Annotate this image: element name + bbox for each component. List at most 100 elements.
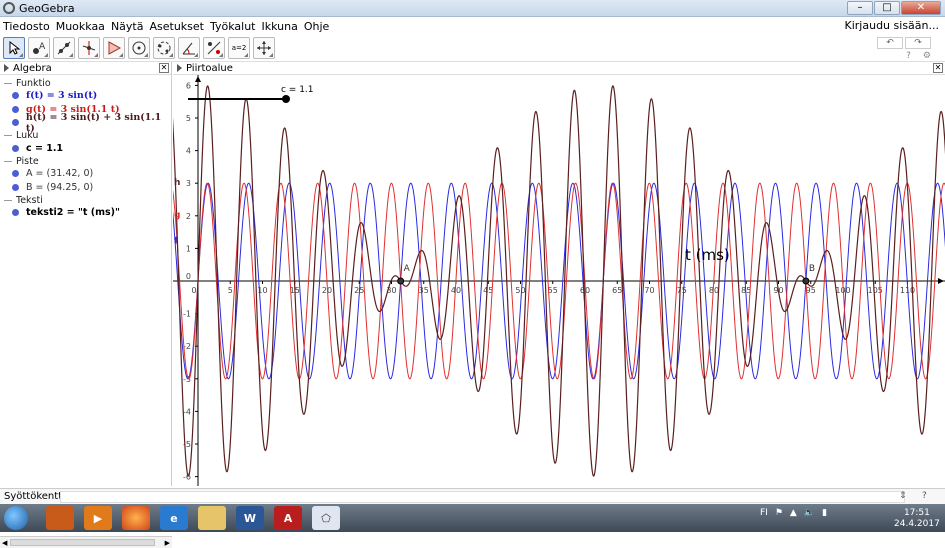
slider-tool-label: a=2 — [231, 44, 247, 52]
window-buttons: – □ ✕ — [847, 1, 941, 15]
point-B — [802, 277, 810, 285]
category-label: Funktio — [16, 77, 51, 89]
graphics-title: Piirtoalue — [186, 62, 233, 74]
login-link[interactable]: Kirjaudu sisään... — [845, 19, 939, 32]
slider-label: c = 1.1 — [281, 85, 314, 95]
network-icon[interactable]: ▮ — [822, 508, 827, 518]
clock[interactable]: 17:51 24.4.2017 — [894, 508, 940, 530]
visibility-dot-icon[interactable] — [12, 209, 19, 217]
menu-edit[interactable]: Muokkaa — [53, 20, 108, 33]
y-tick-label: -1 — [183, 310, 191, 319]
algebra-item-text: c = 1.1 — [26, 142, 64, 154]
polygon-tool-icon[interactable] — [103, 37, 125, 59]
input-help-icon[interactable]: ? — [922, 491, 927, 501]
visibility-dot-icon[interactable] — [12, 183, 19, 191]
visibility-dot-icon[interactable] — [12, 92, 19, 100]
point-tool-icon[interactable]: A — [28, 37, 50, 59]
x-tick-label: 5 — [228, 286, 233, 295]
system-tray: FI ⚑ ▲ 🔈 ▮ — [760, 508, 827, 518]
gear-icon[interactable]: ⚙ — [923, 51, 931, 61]
menu-bar: Tiedosto Muokkaa Näytä Asetukset Työkalu… — [0, 17, 945, 35]
close-graphics-icon[interactable]: ✕ — [933, 63, 943, 73]
x-tick-label: 80 — [709, 286, 719, 295]
algebra-item-f[interactable]: f(t) = 3 sin(t) — [0, 89, 171, 103]
title-bar: GeoGebra – □ ✕ — [0, 0, 945, 17]
y-tick-label: 5 — [186, 114, 191, 123]
visibility-dot-icon[interactable] — [12, 144, 19, 152]
move-tool-icon[interactable] — [3, 37, 25, 59]
visibility-dot-icon[interactable] — [12, 105, 19, 113]
slider-handle — [282, 95, 290, 103]
start-button-icon[interactable] — [4, 506, 28, 530]
media-player-icon[interactable]: ▶ — [84, 506, 112, 530]
acrobat-icon[interactable]: A — [274, 506, 302, 530]
move-graphics-tool-icon[interactable] — [253, 37, 275, 59]
algebra-header: Algebra ✕ — [0, 62, 171, 75]
language-indicator[interactable]: FI — [760, 508, 768, 518]
function-label-g: g — [174, 210, 180, 220]
undo-button[interactable]: ↶ — [877, 37, 903, 49]
angle-tool-icon[interactable] — [178, 37, 200, 59]
word-icon[interactable]: W — [236, 506, 264, 530]
algebra-item-B[interactable]: B = (94.25, 0) — [0, 181, 171, 195]
visibility-dot-icon[interactable] — [12, 170, 19, 178]
scroll-left-icon[interactable]: ◀ — [2, 539, 7, 547]
menu-help[interactable]: Ohje — [301, 20, 332, 33]
close-algebra-icon[interactable]: ✕ — [159, 63, 169, 73]
scroll-right-icon[interactable]: ▶ — [165, 539, 170, 547]
graphics-view: Piirtoalue ✕ 0 5 10 15 20 25 30 35 40 45 50 55 60 65 7… — [173, 62, 945, 486]
visibility-dot-icon[interactable] — [12, 119, 19, 127]
maximize-button[interactable]: □ — [874, 1, 900, 15]
menu-file[interactable]: Tiedosto — [0, 20, 53, 33]
algebra-item-text: teksti2 = "t (ms)" — [26, 207, 120, 219]
redo-button[interactable]: ↷ — [905, 37, 931, 49]
close-button[interactable]: ✕ — [901, 1, 941, 15]
algebra-item-A[interactable]: A = (31.42, 0) — [0, 167, 171, 181]
point-label-B: B — [809, 264, 815, 274]
ie-icon[interactable]: e — [160, 506, 188, 530]
geogebra-taskbar-icon[interactable]: ⬠ — [312, 506, 340, 530]
x-tick-label: 95 — [806, 286, 816, 295]
collapse-arrow-icon[interactable] — [177, 64, 182, 72]
function-label-f: f — [174, 237, 178, 247]
help-icon[interactable]: ? — [906, 51, 911, 61]
menu-window[interactable]: Ikkuna — [259, 20, 301, 33]
input-field[interactable] — [60, 491, 905, 503]
category-text[interactable]: Teksti — [0, 194, 171, 206]
firefox-icon[interactable] — [122, 506, 150, 530]
svg-text:A: A — [39, 42, 46, 52]
y-tick-label: 2 — [186, 212, 191, 221]
point-A — [397, 277, 405, 285]
algebra-list: Funktio f(t) = 3 sin(t) g(t) = 3 sin(1.1… — [0, 75, 171, 220]
minimize-button[interactable]: – — [847, 1, 873, 15]
flag-icon[interactable]: ⚑ — [775, 508, 783, 518]
algebra-item-h[interactable]: h(t) = 3 sin(t) + 3 sin(1.1 t) — [0, 112, 171, 134]
input-bar: Syöttökenttä: ⇕ ? — [0, 488, 945, 504]
slider-tool-icon[interactable]: a=2 — [228, 37, 250, 59]
x-tick-label: 0 — [191, 286, 196, 295]
collapse-arrow-icon[interactable] — [4, 64, 9, 72]
category-function[interactable]: Funktio — [0, 77, 171, 89]
menu-options[interactable]: Asetukset — [146, 20, 207, 33]
volume-icon[interactable]: 🔈 — [804, 508, 815, 518]
menu-tools[interactable]: Työkalut — [207, 20, 259, 33]
tray-arrow-icon[interactable]: ▲ — [790, 508, 797, 518]
plot-canvas[interactable]: 0 5 10 15 20 25 30 35 40 45 50 55 60 65 70 75 80 85 90 95 10… — [173, 75, 945, 486]
algebra-scrollbar[interactable]: ◀ ▶ — [0, 536, 172, 548]
algebra-item-teksti2[interactable]: teksti2 = "t (ms)" — [0, 206, 171, 220]
reflect-tool-icon[interactable] — [203, 37, 225, 59]
taskbar-app-icon[interactable] — [46, 506, 74, 530]
conic-tool-icon[interactable] — [153, 37, 175, 59]
perpendicular-tool-icon[interactable] — [78, 37, 100, 59]
category-point[interactable]: Piste — [0, 155, 171, 167]
y-tick-label: -4 — [183, 407, 191, 416]
circle-tool-icon[interactable] — [128, 37, 150, 59]
input-symbol-icon[interactable]: ⇕ — [899, 491, 907, 501]
folder-icon[interactable] — [198, 506, 226, 530]
algebra-item-text: f(t) = 3 sin(t) — [26, 90, 98, 102]
algebra-item-c[interactable]: c = 1.1 — [0, 142, 171, 156]
scroll-thumb[interactable] — [10, 539, 155, 546]
taskbar: ▶ e W A ⬠ FI ⚑ ▲ 🔈 ▮ 17:51 24.4.2017 — [0, 504, 945, 532]
line-tool-icon[interactable] — [53, 37, 75, 59]
menu-view[interactable]: Näytä — [108, 20, 147, 33]
